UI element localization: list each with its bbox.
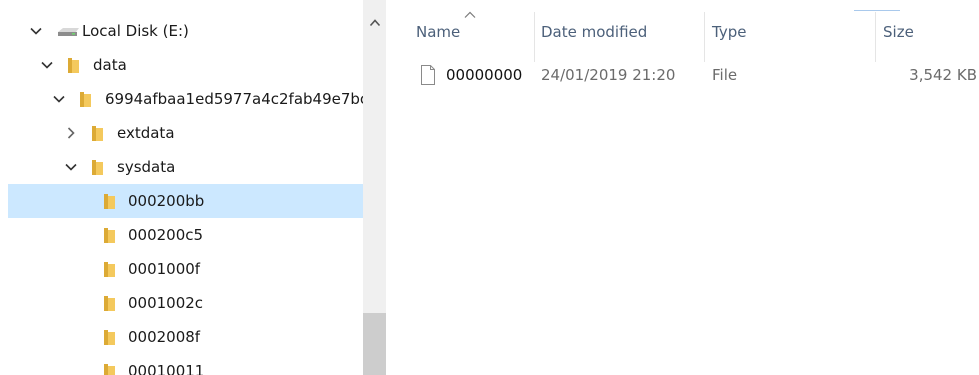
- file-date-modified: 24/01/2019 21:20: [541, 66, 676, 84]
- folder-icon: [78, 91, 95, 108]
- scroll-thumb[interactable]: [363, 313, 386, 375]
- file-icon: [421, 65, 435, 85]
- nav-scrollbar[interactable]: [363, 0, 386, 375]
- column-header-type[interactable]: Type: [705, 0, 875, 62]
- chevron-down-icon[interactable]: [63, 159, 79, 175]
- folder-icon: [102, 227, 119, 244]
- column-header-date-modified[interactable]: Date modified: [535, 0, 704, 62]
- sort-ascending-icon: [464, 11, 476, 18]
- folder-icon: [90, 159, 107, 176]
- nav-item-0001000f[interactable]: 0001000f: [8, 252, 363, 286]
- nav-item-label: sysdata: [117, 158, 176, 176]
- file-name: 00000000: [446, 66, 523, 84]
- folder-icon: [102, 193, 119, 210]
- nav-item-label: 0001000f: [128, 260, 201, 278]
- content-pane: Name Date modified Type Size: [386, 0, 979, 375]
- folder-icon: [102, 295, 119, 312]
- file-type: File: [712, 66, 738, 84]
- nav-item-label: 00010011: [128, 362, 205, 375]
- folder-icon: [90, 125, 107, 142]
- file-explorer-window: Local Disk (E:) data 6994afbaa1ed5977a4c…: [0, 0, 979, 375]
- chevron-down-icon[interactable]: [51, 91, 67, 107]
- nav-item-label: 0001002c: [128, 294, 204, 312]
- nav-item-label: data: [93, 56, 127, 74]
- column-header-label: Date modified: [541, 23, 648, 41]
- nav-item-000200bb[interactable]: 000200bb: [8, 184, 363, 218]
- nav-item-extdata[interactable]: extdata: [8, 116, 363, 150]
- folder-icon: [102, 261, 119, 278]
- nav-item-local-disk[interactable]: Local Disk (E:): [8, 14, 363, 48]
- nav-item-data[interactable]: data: [8, 48, 363, 82]
- scroll-up-arrow-icon[interactable]: [363, 14, 386, 32]
- chevron-down-icon[interactable]: [39, 57, 55, 73]
- nav-item-label: extdata: [117, 124, 175, 142]
- nav-item-label: 6994afbaa1ed5977a4c2fab49e7bc: [105, 90, 363, 108]
- nav-item-0002008f[interactable]: 0002008f: [8, 320, 363, 354]
- nav-item-sysdata[interactable]: sysdata: [8, 150, 363, 184]
- nav-item-label: 0002008f: [128, 328, 201, 346]
- drive-icon: [55, 23, 81, 40]
- nav-item-000200c5[interactable]: 000200c5: [8, 218, 363, 252]
- folder-icon: [102, 329, 119, 346]
- folder-icon: [66, 57, 83, 74]
- column-header-label: Name: [416, 23, 461, 41]
- nav-item-label: 000200bb: [128, 192, 205, 210]
- folder-icon: [102, 363, 119, 375]
- column-header-name[interactable]: Name: [386, 0, 534, 62]
- chevron-down-icon[interactable]: [28, 23, 44, 39]
- nav-item-0001002c[interactable]: 0001002c: [8, 286, 363, 320]
- nav-item-label: Local Disk (E:): [82, 22, 189, 40]
- header-highlight-line: [854, 10, 900, 11]
- nav-item-label: 000200c5: [128, 226, 204, 244]
- file-size: 3,542 KB: [909, 66, 977, 84]
- column-header-label: Type: [712, 23, 747, 41]
- file-row[interactable]: 00000000 24/01/2019 21:20 File 3,542 KB: [386, 58, 979, 92]
- navigation-pane: Local Disk (E:) data 6994afbaa1ed5977a4c…: [0, 0, 363, 375]
- nav-item-00010011[interactable]: 00010011: [8, 354, 363, 375]
- chevron-right-icon[interactable]: [63, 125, 79, 141]
- nav-item-title-folder[interactable]: 6994afbaa1ed5977a4c2fab49e7bc: [8, 82, 363, 116]
